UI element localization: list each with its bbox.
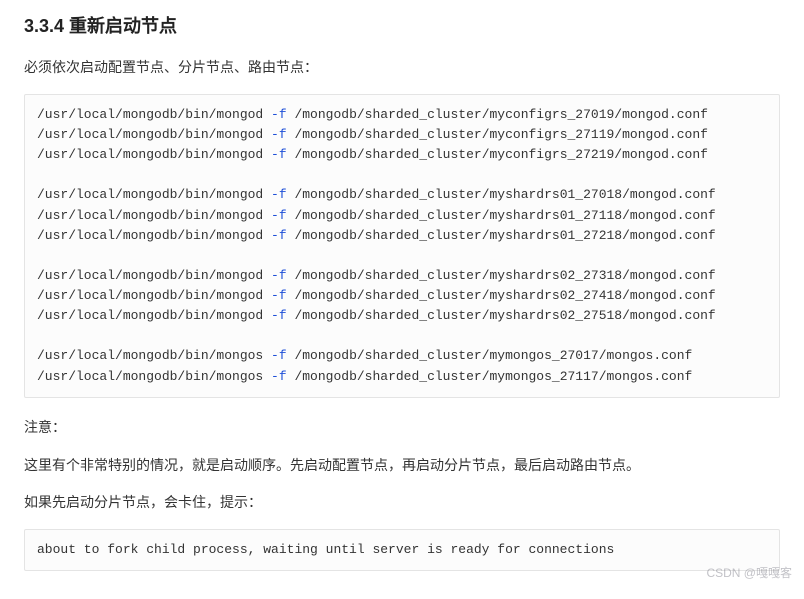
document-page: 3.3.4 重新启动节点 必须依次启动配置节点、分片节点、路由节点： /usr/… <box>0 0 804 599</box>
note-label: 注意： <box>24 416 780 440</box>
note-order-paragraph: 这里有个非常特别的情况，就是启动顺序。先启动配置节点，再启动分片节点，最后启动路… <box>24 454 780 478</box>
startup-commands-code-block: /usr/local/mongodb/bin/mongod -f /mongod… <box>24 94 780 398</box>
intro-paragraph: 必须依次启动配置节点、分片节点、路由节点： <box>24 56 780 80</box>
cmd-flag: -f <box>271 369 287 384</box>
cmd-flag: -f <box>271 147 287 162</box>
note-hang-paragraph: 如果先启动分片节点，会卡住，提示： <box>24 491 780 515</box>
cmd-flag: -f <box>271 308 287 323</box>
section-title: 3.3.4 重新启动节点 <box>24 12 780 38</box>
cmd-flag: -f <box>271 208 287 223</box>
cmd-flag: -f <box>271 228 287 243</box>
cmd-flag: -f <box>271 107 287 122</box>
cmd-flag: -f <box>271 268 287 283</box>
cmd-flag: -f <box>271 187 287 202</box>
fork-message-code-block: about to fork child process, waiting unt… <box>24 529 780 571</box>
cmd-flag: -f <box>271 348 287 363</box>
cmd-flag: -f <box>271 127 287 142</box>
cmd-flag: -f <box>271 288 287 303</box>
